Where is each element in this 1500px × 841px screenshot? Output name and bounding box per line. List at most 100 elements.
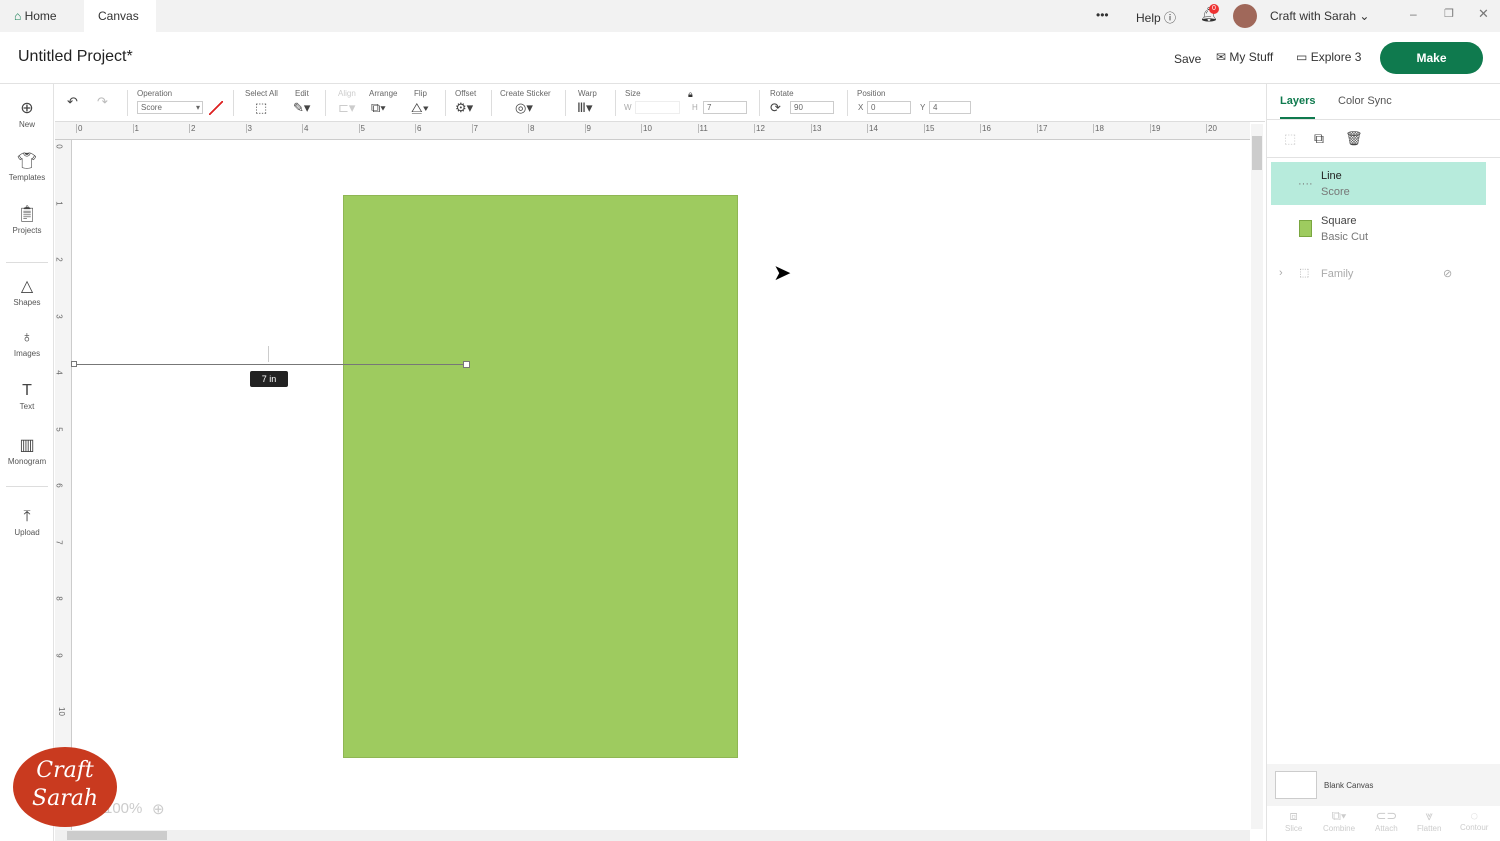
project-header: Untitled Project* Save ✉ My Stuff ▭ Expl… [0, 32, 1500, 84]
design-canvas[interactable]: 7 in ➤ 100% ⊕ [71, 140, 1250, 830]
restore-button[interactable]: ❐ [1444, 7, 1454, 20]
sidebar-item-new[interactable]: ⊕ New [0, 98, 54, 129]
ruler-tick: 2 [189, 124, 196, 133]
line-handle-right[interactable] [463, 361, 470, 368]
vertical-scrollbar[interactable] [1251, 124, 1263, 829]
operation-label: Operation [137, 89, 173, 98]
score-color-swatch[interactable] [209, 101, 223, 115]
home-icon: ⌂ [14, 9, 22, 23]
duplicate-icon[interactable]: ⧉ [1314, 130, 1324, 147]
save-button[interactable]: Save [1174, 52, 1201, 66]
square-swatch [1299, 220, 1312, 237]
ruler-tick: 16 [980, 124, 991, 133]
hidden-eye-icon[interactable]: ⊘ [1443, 267, 1452, 280]
more-button[interactable]: ••• [1096, 8, 1109, 22]
align-icon[interactable]: ⊏▾ [338, 100, 355, 116]
rotate-input[interactable]: 90 [790, 101, 834, 114]
y-input[interactable]: 4 [929, 101, 971, 114]
zoom-in-icon[interactable]: ⊕ [152, 800, 165, 818]
contour-icon: ◌ [1470, 808, 1479, 823]
tab-home-label: Home [24, 9, 57, 23]
help-label: Help [1136, 11, 1161, 25]
slice-button[interactable]: ⧈ Slice [1285, 808, 1302, 833]
ruler-tick: 3 [54, 313, 64, 319]
attach-icon: ⊂⊃ [1375, 808, 1398, 823]
layer-line[interactable]: ···· Line Score [1271, 162, 1486, 205]
ruler-tick: 19 [1149, 124, 1161, 133]
size-label: Size [625, 89, 641, 98]
sticker-icon[interactable]: ◎▾ [515, 100, 533, 116]
help-icon: ⓘ [1164, 11, 1177, 25]
canvas-thumbnail [1275, 771, 1317, 799]
sidebar-item-images[interactable]: ♁ Images [0, 329, 54, 358]
h-label: H [692, 103, 698, 112]
layer-square[interactable]: Square Basic Cut [1271, 207, 1486, 250]
x-label: X [858, 103, 864, 112]
sidebar-item-projects[interactable]: 📋︎ Projects [0, 204, 54, 235]
flip-icon[interactable]: ⧋▾ [411, 100, 429, 116]
lock-icon[interactable]: 🔒︎ [688, 89, 693, 100]
ruler-tick: 8 [54, 596, 64, 601]
minimize-button[interactable]: – [1410, 7, 1417, 21]
sidebar-item-templates[interactable]: 👕︎ Templates [0, 151, 54, 182]
ruler-tick: 20 [1206, 124, 1217, 133]
sidebar-item-monogram[interactable]: ▥ Monogram [0, 435, 54, 466]
arrange-icon[interactable]: ⧉▾ [371, 100, 386, 116]
ruler-tick: 13 [810, 124, 822, 133]
avatar[interactable] [1233, 4, 1257, 28]
chevron-right-icon[interactable]: › [1279, 267, 1283, 279]
operation-select[interactable]: Score ▾ [137, 101, 203, 114]
combine-button[interactable]: ⧉▾ Combine [1323, 808, 1355, 833]
my-stuff-button[interactable]: ✉ My Stuff [1216, 50, 1273, 64]
attach-button[interactable]: ⊂⊃ Attach [1375, 808, 1398, 833]
offset-icon[interactable]: ⚙▾ [455, 100, 473, 116]
my-stuff-label: My Stuff [1229, 50, 1274, 64]
delete-icon[interactable]: 🗑︎ [1345, 130, 1363, 147]
line-handle-left[interactable] [71, 361, 77, 367]
action-label: Flatten [1417, 824, 1442, 833]
tab-canvas[interactable]: Canvas [84, 0, 156, 32]
flatten-button[interactable]: ⩔ Flatten [1417, 808, 1441, 833]
align-label: Align [338, 89, 356, 98]
layer-operation: Score [1321, 186, 1350, 198]
user-menu[interactable]: Craft with Sarah ⌄ [1270, 9, 1369, 23]
shapes-icon: △ [20, 278, 34, 295]
horizontal-scrollbar[interactable] [55, 830, 1250, 841]
tab-layers[interactable]: Layers [1280, 95, 1316, 119]
layer-family-group[interactable]: › ⬚ Family ⊘ [1271, 262, 1486, 305]
make-button[interactable]: Make [1380, 42, 1483, 74]
warp-icon[interactable]: Ⅲ▾ [577, 100, 593, 116]
warp-label: Warp [578, 89, 597, 98]
close-button[interactable]: ✕ [1478, 6, 1489, 22]
chevron-down-icon: ⌄ [1359, 9, 1370, 23]
help-button[interactable]: Help ⓘ [1136, 9, 1176, 26]
group-icon[interactable]: ⬚ [1284, 131, 1296, 147]
blank-canvas-row[interactable]: Blank Canvas [1267, 764, 1500, 806]
width-input[interactable] [635, 101, 680, 114]
nav-label: Text [19, 402, 35, 411]
x-input[interactable]: 0 [867, 101, 911, 114]
score-line[interactable] [74, 364, 466, 365]
height-input[interactable]: 7 [703, 101, 747, 114]
tab-color-sync[interactable]: Color Sync [1338, 95, 1392, 107]
square-shape[interactable] [343, 195, 738, 758]
layers-panel: Layers Color Sync ⬚ ⧉ 🗑︎ ···· Line Score… [1266, 84, 1500, 841]
mail-icon: ✉ [1216, 50, 1227, 64]
w-label: W [624, 103, 632, 112]
ruler-tick: 11 [697, 124, 708, 133]
contour-button[interactable]: ◌ Contour [1460, 808, 1488, 832]
undo-icon[interactable]: ↶ [67, 94, 78, 110]
action-label: Attach [1375, 824, 1398, 833]
tab-home[interactable]: ⌂ Home [0, 0, 71, 32]
redo-icon[interactable]: ↷ [97, 94, 108, 110]
sidebar-item-upload[interactable]: ⤒ Upload [0, 508, 54, 537]
edit-pencil-icon[interactable]: ✎▾ [293, 100, 310, 116]
notification-badge: 0 [1209, 4, 1219, 14]
bell-icon[interactable]: 🔔︎ 0 [1200, 4, 1219, 23]
machine-button[interactable]: ▭ Explore 3 [1296, 50, 1361, 64]
sidebar-item-shapes[interactable]: △ Shapes [0, 276, 54, 307]
monogram-icon: ▥ [19, 437, 35, 454]
measure-tooltip: 7 in [250, 371, 288, 387]
select-all-icon[interactable]: ⬚ [255, 100, 267, 116]
sidebar-item-text[interactable]: T Text [0, 382, 54, 411]
